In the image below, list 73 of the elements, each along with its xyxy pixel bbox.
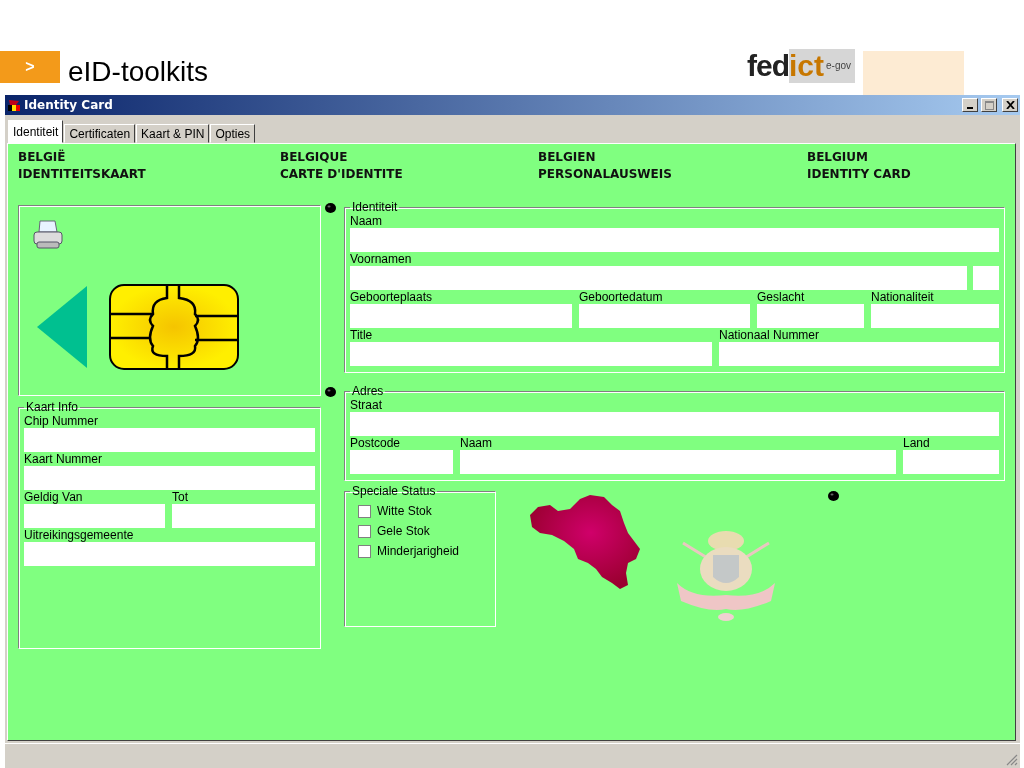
- input-field[interactable]: [350, 450, 453, 474]
- input-field[interactable]: [24, 428, 315, 452]
- field-label: Tot: [172, 490, 189, 504]
- field-label: Straat: [350, 398, 383, 412]
- minimize-button[interactable]: [962, 98, 978, 112]
- input-field[interactable]: [172, 504, 315, 528]
- info-dot-icon[interactable]: [325, 203, 336, 213]
- input-field[interactable]: [871, 304, 999, 328]
- maximize-button[interactable]: [981, 98, 997, 112]
- input-field[interactable]: [350, 342, 712, 366]
- resize-grip-icon[interactable]: [1006, 754, 1018, 766]
- checkbox-label: Minderjarigheid: [377, 544, 460, 558]
- input-field[interactable]: [350, 266, 967, 290]
- logo: fedict$^{e-gov}$: [746, 49, 855, 83]
- close-icon: [1005, 101, 1015, 109]
- input-field[interactable]: [350, 412, 999, 436]
- group-title: Identiteit: [351, 201, 399, 214]
- field-label: Postcode: [350, 436, 402, 450]
- input-field[interactable]: [719, 342, 999, 366]
- info-dot-icon[interactable]: [828, 491, 839, 501]
- field-label: Title: [350, 328, 374, 342]
- field-label: Geboorteplaats: [350, 290, 434, 304]
- app-icon: [7, 98, 21, 112]
- tab[interactable]: Identiteit: [8, 120, 64, 143]
- field-label: Chip Nummer: [24, 414, 99, 428]
- document-name: CARTE D'IDENTITE: [280, 167, 404, 181]
- input-field[interactable]: [460, 450, 896, 474]
- input-field[interactable]: [24, 542, 315, 566]
- slide-title: eID-toolkits: [68, 56, 209, 88]
- field-label: Naam: [350, 214, 383, 228]
- info-dot-icon[interactable]: [325, 387, 336, 397]
- input-field[interactable]: [903, 450, 999, 474]
- field-label: Voornamen: [350, 252, 413, 266]
- tab[interactable]: Opties: [210, 124, 256, 143]
- field-label: Land: [903, 436, 931, 450]
- tab[interactable]: Kaart & PIN: [136, 124, 210, 143]
- field-label: Uitreikingsgemeente: [24, 528, 135, 542]
- close-button[interactable]: [1002, 98, 1018, 112]
- checkbox[interactable]: [358, 544, 371, 558]
- checkbox[interactable]: [358, 504, 371, 518]
- country-name: BELGIË: [18, 150, 67, 164]
- field-label: Nationaal Nummer: [719, 328, 821, 342]
- input-field[interactable]: [973, 266, 999, 290]
- input-field[interactable]: [350, 228, 999, 252]
- checkbox-label: Gele Stok: [377, 524, 430, 538]
- checkbox[interactable]: [358, 524, 371, 538]
- group-title: Speciale Status: [351, 485, 437, 498]
- group-title: Adres: [351, 385, 385, 398]
- field-label: Geslacht: [757, 290, 806, 304]
- field-label: Naam: [460, 436, 493, 450]
- country-name: BELGIEN: [538, 150, 597, 164]
- document-name: IDENTITEITSKAART: [18, 167, 147, 181]
- document-name: IDENTITY CARD: [807, 167, 912, 181]
- input-field[interactable]: [579, 304, 750, 328]
- field-label: Geboortedatum: [579, 290, 664, 304]
- input-field[interactable]: [24, 466, 315, 490]
- document-name: PERSONALAUSWEIS: [538, 167, 673, 181]
- field-label: Kaart Nummer: [24, 452, 104, 466]
- group-title: Kaart Info: [25, 401, 80, 414]
- field-label: Nationaliteit: [871, 290, 935, 304]
- country-name: BELGIQUE: [280, 150, 349, 164]
- left-triangle-icon[interactable]: [37, 286, 87, 368]
- input-field[interactable]: [757, 304, 864, 328]
- window-title: Identity Card: [24, 98, 113, 112]
- country-name: BELGIUM: [807, 150, 869, 164]
- bullet-marker: >: [0, 51, 60, 83]
- input-field[interactable]: [350, 304, 572, 328]
- checkbox-label: Witte Stok: [377, 504, 432, 518]
- input-field[interactable]: [24, 504, 165, 528]
- tab[interactable]: Certificaten: [64, 124, 136, 143]
- field-label: Geldig Van: [24, 490, 84, 504]
- maximize-icon: [984, 100, 994, 110]
- printer-icon[interactable]: [31, 218, 65, 252]
